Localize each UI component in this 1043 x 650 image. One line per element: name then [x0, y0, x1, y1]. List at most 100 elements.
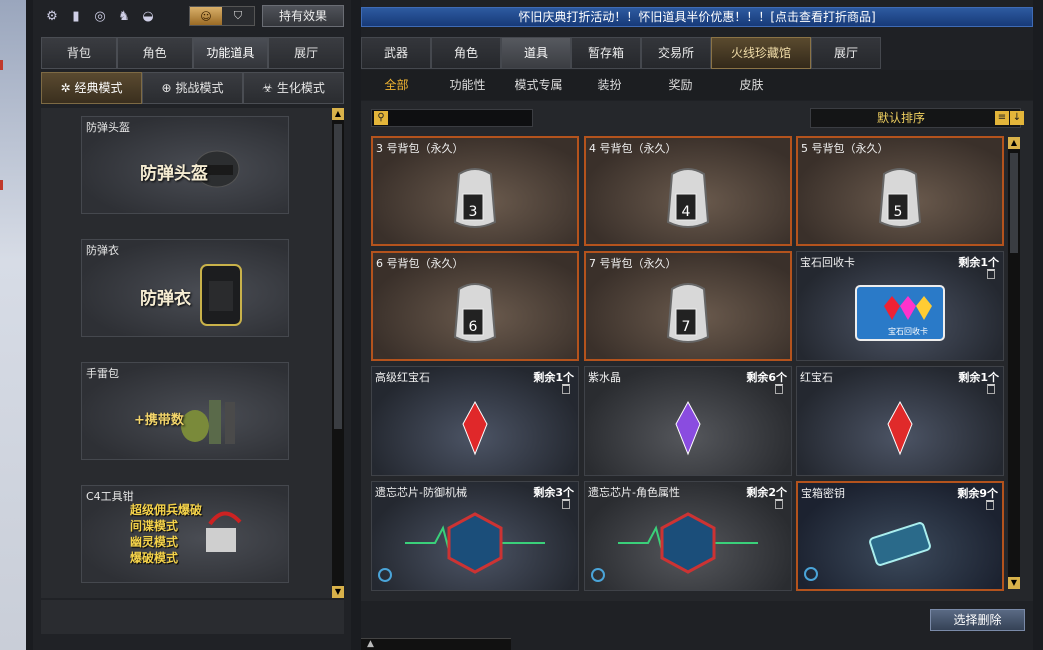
gem-icon — [675, 400, 701, 456]
item-grid-area: ⚲ 默认排序 ≡ ↓ 3 号背包（永久） 3 4 号背包（永久） 4 5 号背包（永久）… — [361, 101, 1033, 601]
backpack-icon: 3 — [453, 168, 497, 228]
scroll-up-icon[interactable]: ▲ — [332, 108, 344, 120]
tab-label: 经典模式 — [74, 81, 123, 95]
item-image: 宝石回收卡 — [797, 270, 1003, 356]
item-card[interactable]: 5 号背包（永久） 5 — [796, 136, 1004, 246]
scroll-up-icon[interactable]: ▲ — [1008, 137, 1020, 149]
left-top-tabs: 背包 角色 功能道具 展厅 — [41, 37, 344, 69]
item-name: 红宝石 — [800, 371, 833, 384]
item-image: 3 — [373, 156, 577, 242]
subtab-mode-exclusive[interactable]: 模式专属 — [503, 70, 574, 100]
slot-vest[interactable]: 防弹衣 防弹衣 — [81, 239, 289, 337]
hold-effect-button[interactable]: 持有效果 — [262, 5, 344, 27]
left-footer — [41, 600, 344, 634]
tab-label: 挑战模式 — [175, 81, 224, 95]
face-icon[interactable]: ☺ — [190, 7, 222, 25]
off-toggle-icon[interactable]: ⚙ — [43, 6, 61, 26]
item-scrollbar[interactable]: ▲ ▼ — [1008, 137, 1020, 589]
gem-icon — [462, 400, 488, 456]
select-delete-button[interactable]: 选择删除 — [930, 609, 1025, 631]
slot-art-text: 防弹衣 — [140, 289, 191, 309]
view-toggle[interactable]: ☺ ⛉ — [189, 6, 255, 26]
item-name: 宝石回收卡 — [800, 256, 855, 269]
tab-storage[interactable]: 暂存箱 — [571, 37, 641, 69]
item-name: 宝箱密钥 — [801, 487, 845, 500]
backpack-number: 4 — [682, 204, 691, 220]
item-card[interactable]: 6 号背包（永久） 6 — [371, 251, 579, 361]
item-card[interactable]: 高级红宝石 剩余1个 — [371, 366, 579, 476]
item-card[interactable]: 紫水晶 剩余6个 — [584, 366, 792, 476]
tab-showroom[interactable]: 展厅 — [811, 37, 881, 69]
tab-weapons[interactable]: 武器 — [361, 37, 431, 69]
item-card[interactable]: 红宝石 剩余1个 — [796, 366, 1004, 476]
list-view-icon[interactable]: ≡ — [995, 111, 1009, 125]
item-card[interactable]: 7 号背包（永久） 7 — [584, 251, 792, 361]
item-image — [798, 501, 1002, 587]
tab-challenge-mode[interactable]: ⊕ 挑战模式 — [142, 72, 243, 104]
biohazard-icon: ☣ — [262, 81, 273, 95]
item-name: 高级红宝石 — [375, 371, 430, 384]
scroll-thumb[interactable] — [334, 124, 342, 429]
bar-chart-icon[interactable]: ▮ — [67, 6, 85, 26]
item-card[interactable]: 遗忘芯片-角色属性 剩余2个 — [584, 481, 792, 591]
tab-character[interactable]: 角色 — [431, 37, 501, 69]
sort-label: 默认排序 — [876, 111, 925, 125]
item-name: 3 号背包（永久） — [376, 142, 464, 155]
c4-mode-line: 幽灵模式 — [130, 535, 179, 549]
tab-backpack[interactable]: 背包 — [41, 37, 117, 69]
backpack-number: 5 — [894, 204, 903, 220]
subtab-rewards[interactable]: 奖励 — [645, 70, 716, 100]
desktop-strip — [0, 0, 26, 650]
left-scrollbar[interactable]: ▲ ▼ — [332, 108, 344, 598]
shield-icon[interactable]: ⛉ — [222, 7, 254, 25]
sort-dropdown[interactable]: 默认排序 ≡ ↓ — [810, 108, 1024, 128]
item-image: 4 — [586, 156, 790, 242]
promo-banner[interactable]: 怀旧庆典打折活动！！怀旧道具半价优惠！！！[点击查看打折商品] — [361, 7, 1033, 27]
slot-label: 防弹衣 — [86, 244, 119, 257]
card-text: 宝石回收卡 — [888, 326, 928, 336]
key-icon — [869, 522, 931, 566]
mouse-icon[interactable]: ◒ — [139, 6, 157, 26]
scroll-down-icon[interactable]: ▼ — [1008, 577, 1020, 589]
equipment-slot-list: 防弹头盔 防弹头盔 防弹衣 防弹衣 手雷包 +携带数 C4工具钳 超级佣兵爆破 … — [41, 108, 344, 598]
item-image: 5 — [798, 156, 1002, 242]
c4-image: 超级佣兵爆破 间谍模式 幽灵模式 爆破模式 — [130, 500, 250, 568]
scroll-down-icon[interactable]: ▼ — [332, 586, 344, 598]
c4-mode-line: 间谍模式 — [130, 519, 179, 533]
subtab-functional[interactable]: 功能性 — [432, 70, 503, 100]
search-input[interactable]: ⚲ — [371, 109, 533, 127]
gem-icon — [887, 400, 913, 456]
character-icon[interactable]: ♞ — [115, 6, 133, 26]
item-card[interactable]: 3 号背包（永久） 3 — [371, 136, 579, 246]
tab-bio-mode[interactable]: ☣ 生化模式 — [243, 72, 344, 104]
scroll-thumb[interactable] — [1010, 153, 1018, 253]
slot-c4-pliers[interactable]: C4工具钳 超级佣兵爆破 间谍模式 幽灵模式 爆破模式 — [81, 485, 289, 583]
item-count: 剩余9个 — [957, 487, 998, 500]
item-card[interactable]: 遗忘芯片-防御机械 剩余3个 — [371, 481, 579, 591]
tab-showroom[interactable]: 展厅 — [268, 37, 344, 69]
subtab-costume[interactable]: 装扮 — [574, 70, 645, 100]
tab-classic-mode[interactable]: ✲ 经典模式 — [41, 72, 142, 104]
sort-arrow-icon[interactable]: ↓ — [1010, 111, 1024, 125]
tab-character[interactable]: 角色 — [116, 37, 193, 69]
item-image — [372, 385, 578, 471]
item-card[interactable]: 宝石回收卡 剩余1个 宝石回收卡 — [796, 251, 1004, 361]
subtab-all[interactable]: 全部 — [361, 70, 432, 100]
swirl-icon[interactable]: ◎ — [91, 6, 109, 26]
item-card[interactable]: 宝箱密钥 剩余9个 — [796, 481, 1004, 591]
pliers-icon — [206, 511, 242, 552]
item-card[interactable]: 4 号背包（永久） 4 — [584, 136, 792, 246]
item-name: 7 号背包（永久） — [589, 257, 677, 270]
backpack-number: 3 — [469, 204, 478, 220]
slot-grenade-pack[interactable]: 手雷包 +携带数 — [81, 362, 289, 460]
slot-helmet[interactable]: 防弹头盔 防弹头盔 — [81, 116, 289, 214]
tab-items[interactable]: 道具 — [501, 37, 571, 69]
c4-mode-line: 爆破模式 — [130, 551, 179, 565]
tab-function-items[interactable]: 功能道具 — [192, 37, 269, 69]
tab-exchange[interactable]: 交易所 — [641, 37, 711, 69]
tab-label: 生化模式 — [276, 81, 325, 95]
item-name: 4 号背包（永久） — [589, 142, 677, 155]
subtab-skins[interactable]: 皮肤 — [716, 70, 787, 100]
tab-collection[interactable]: 火线珍藏馆 — [711, 37, 811, 69]
search-icon[interactable]: ⚲ — [374, 111, 388, 125]
